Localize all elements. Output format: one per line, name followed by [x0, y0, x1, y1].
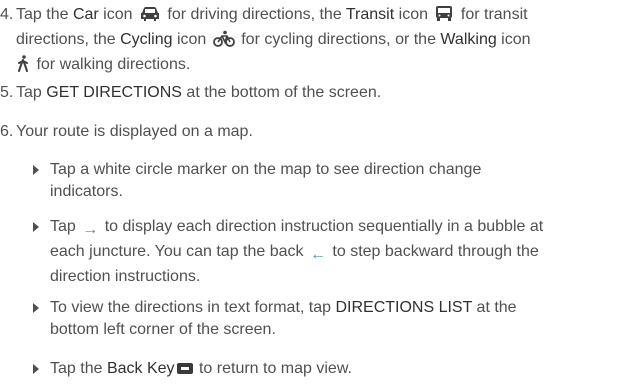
step-number: 6. [0, 123, 14, 140]
bullet-1: Tap a white circle marker on the map to … [33, 159, 633, 203]
step-5: 5. Tap GET DIRECTIONS at the bottom of t… [0, 82, 641, 104]
bullet-marker [33, 303, 39, 313]
bullet-2: Tap → to display each direction instruct… [33, 216, 633, 288]
back-key-label: Back Key [106, 360, 175, 377]
cycling-label: Cycling [120, 31, 173, 48]
back-key-icon [176, 363, 193, 374]
text: direction instructions. [50, 268, 201, 285]
text: for cycling directions, or the [236, 31, 441, 48]
text: To view the directions in text format, t… [50, 299, 336, 316]
car-icon [139, 6, 161, 29]
step-4: 4. Tap the Car icon for driving directio… [0, 4, 641, 79]
text: for walking directions. [32, 56, 191, 73]
car-label: Car [72, 6, 99, 23]
bullet-marker [33, 165, 39, 175]
text: to return to map view. [194, 360, 352, 377]
bullet-marker [33, 222, 39, 232]
text: directions, the [16, 31, 121, 48]
text: at the bottom of the screen. [181, 84, 382, 101]
walking-icon [16, 55, 30, 79]
bullet-4: Tap the Back Key to return to map view. [33, 358, 633, 380]
text: icon [98, 6, 137, 23]
text: Tap the [50, 360, 107, 377]
walking-label: Walking [440, 31, 497, 48]
text: icon [496, 31, 531, 48]
directions-list-label: DIRECTIONS LIST [335, 299, 473, 316]
step-6-text: Your route is displayed on a map. [16, 123, 253, 140]
bus-icon [434, 5, 454, 29]
text: icon [394, 6, 433, 23]
step-4-line-3: for walking directions. [16, 54, 641, 79]
bicycle-icon [212, 30, 235, 54]
text: each juncture. You can tap the back [50, 243, 308, 260]
text: icon [172, 31, 211, 48]
text: for transit [456, 6, 528, 23]
right-arrow-icon: → [82, 221, 99, 238]
bullet-3: To view the directions in text format, t… [33, 297, 633, 341]
step-4-line-1: Tap the Car icon for driving directions,… [16, 4, 641, 29]
text: Tap [16, 84, 47, 101]
step-number: 5. [0, 84, 14, 101]
text: bottom left corner of the screen. [50, 321, 276, 338]
step-4-line-2: directions, the Cycling icon for cycling… [16, 29, 641, 54]
left-arrow-icon: ← [309, 246, 326, 263]
get-directions-label: GET DIRECTIONS [46, 84, 182, 101]
text: Tap [50, 218, 81, 235]
step-6: 6. Your route is displayed on a map. [0, 121, 641, 143]
text: Tap the [16, 6, 73, 23]
text: Tap a white circle marker on the map to … [50, 161, 482, 178]
text: to step backward through the [327, 243, 539, 260]
step-number: 4. [0, 6, 14, 23]
text: at the [472, 299, 517, 316]
instruction-page: 4. Tap the Car icon for driving directio… [0, 0, 641, 388]
bullet-marker [33, 364, 39, 374]
text: for driving directions, the [162, 6, 346, 23]
text: indicators. [50, 183, 123, 200]
text: to display each direction instruction se… [100, 218, 544, 235]
transit-label: Transit [345, 6, 395, 23]
